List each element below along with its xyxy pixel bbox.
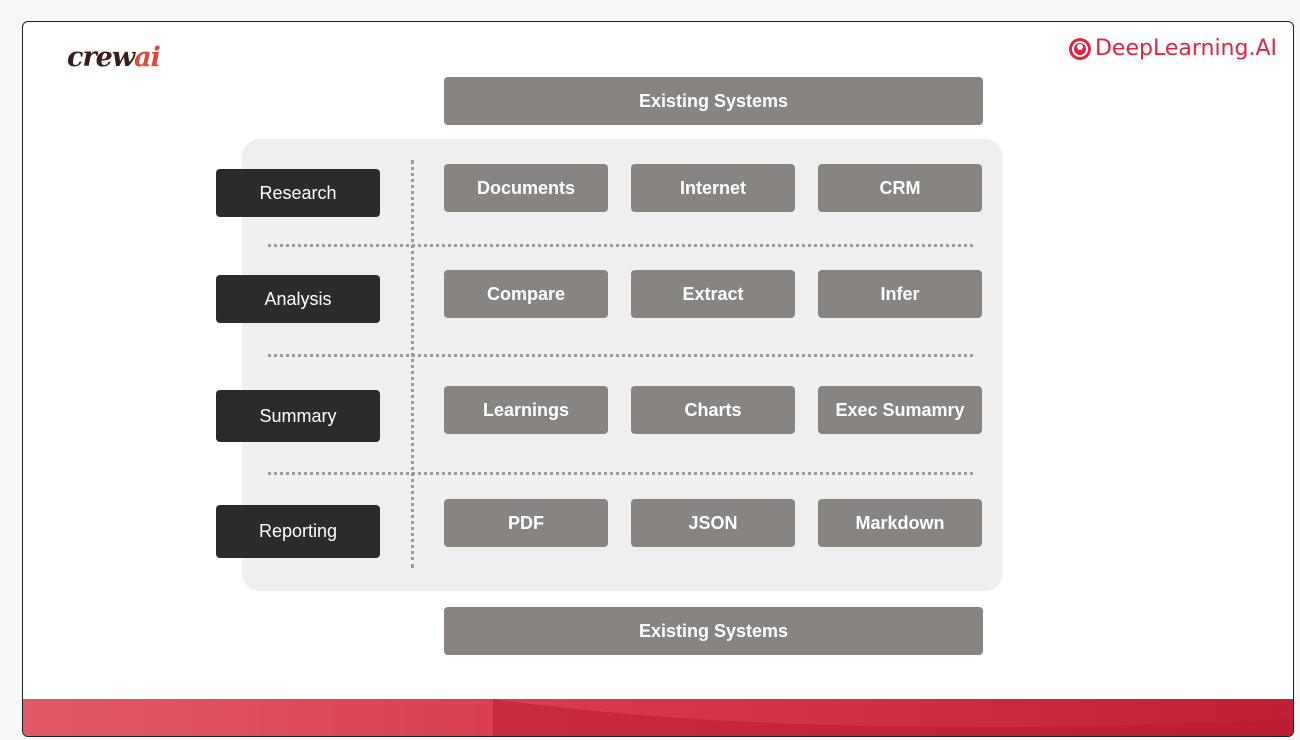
item-exec-summary: Exec Sumamry <box>818 386 982 434</box>
existing-systems-top: Existing Systems <box>444 77 983 125</box>
item-infer: Infer <box>818 270 982 318</box>
vertical-divider <box>411 160 414 568</box>
item-extract: Extract <box>631 270 795 318</box>
category-analysis: Analysis <box>216 275 380 323</box>
row-divider-1 <box>268 244 973 247</box>
item-charts: Charts <box>631 386 795 434</box>
item-learnings: Learnings <box>444 386 608 434</box>
crewai-logo-accent: ai <box>134 42 161 73</box>
item-pdf: PDF <box>444 499 608 547</box>
footer-wave <box>23 699 1293 736</box>
row-divider-2 <box>268 354 973 357</box>
deeplearning-logo-icon <box>1068 37 1091 60</box>
item-documents: Documents <box>444 164 608 212</box>
slide: crewai DeepLearning.AI Existing Systems … <box>22 21 1294 737</box>
category-research: Research <box>216 169 380 217</box>
existing-systems-bottom: Existing Systems <box>444 607 983 655</box>
item-json: JSON <box>631 499 795 547</box>
item-compare: Compare <box>444 270 608 318</box>
item-internet: Internet <box>631 164 795 212</box>
category-reporting: Reporting <box>216 505 380 558</box>
deeplearning-logo: DeepLearning.AI <box>1068 36 1277 61</box>
category-summary: Summary <box>216 390 380 442</box>
row-divider-3 <box>268 472 973 475</box>
crewai-logo: crewai <box>67 42 161 73</box>
deeplearning-logo-text: DeepLearning.AI <box>1094 36 1277 61</box>
crewai-logo-text: crew <box>67 42 135 73</box>
item-markdown: Markdown <box>818 499 982 547</box>
item-crm: CRM <box>818 164 982 212</box>
